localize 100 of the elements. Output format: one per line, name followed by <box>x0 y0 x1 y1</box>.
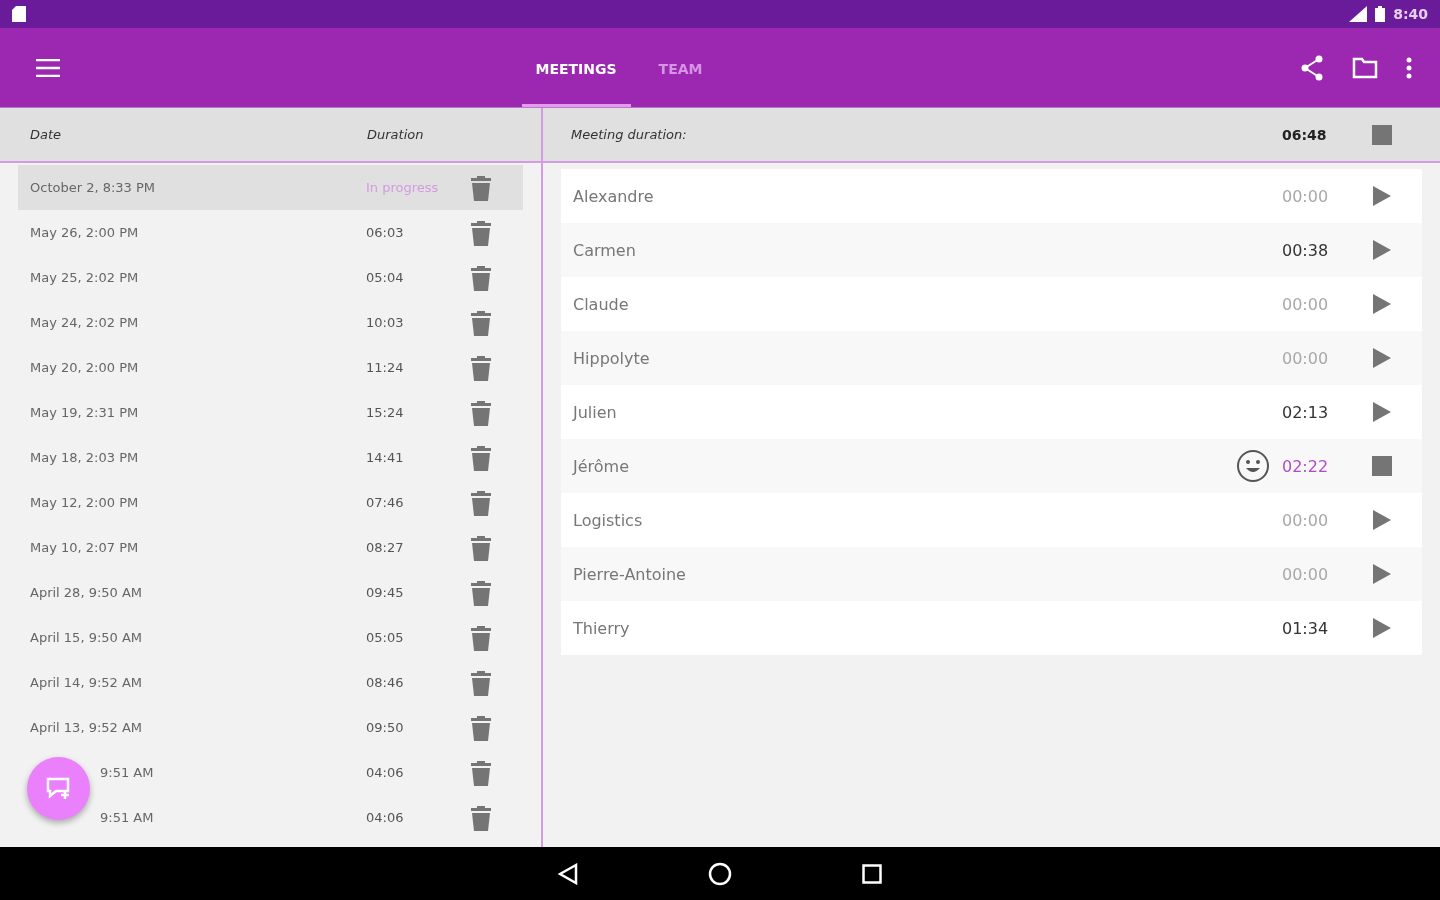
meeting-row[interactable]: April 15, 9:50 AM 05:05 <box>18 615 523 660</box>
meeting-date: May 24, 2:02 PM <box>30 315 140 330</box>
delete-button[interactable] <box>470 309 492 336</box>
participant-row[interactable]: Carmen 00:38 <box>561 223 1422 277</box>
meeting-row[interactable]: May 18, 2:03 PM 14:41 <box>18 435 523 480</box>
meeting-row[interactable]: May 10, 2:07 PM 08:27 <box>18 525 523 570</box>
meeting-date: May 19, 2:31 PM <box>30 405 140 420</box>
participant-row[interactable]: Claude 00:00 <box>561 277 1422 331</box>
participant-row[interactable]: Thierry 01:34 <box>561 601 1422 655</box>
delete-button[interactable] <box>470 489 492 516</box>
participant-time: 00:00 <box>1282 510 1330 530</box>
meeting-duration: 06:03 <box>366 225 405 240</box>
participant-name: Logistics <box>573 510 644 530</box>
meeting-date: April 28, 9:50 AM <box>30 585 144 600</box>
stop-icon <box>1372 456 1392 476</box>
participant-time: 00:38 <box>1282 240 1330 260</box>
participant-time: 01:34 <box>1282 618 1330 638</box>
trash-icon <box>470 714 492 741</box>
trash-icon <box>470 579 492 606</box>
play-icon <box>1372 293 1392 315</box>
menu-icon <box>36 58 60 77</box>
participant-time: 02:22 <box>1282 456 1330 476</box>
meeting-date: May 18, 2:03 PM <box>30 450 140 465</box>
meeting-date: May 20, 2:00 PM <box>30 360 140 375</box>
meeting-row[interactable]: October 2, 8:33 PM In progress <box>18 165 523 210</box>
trash-icon <box>470 354 492 381</box>
meeting-row[interactable]: April 28, 9:50 AM 09:45 <box>18 570 523 615</box>
participant-name: Hippolyte <box>573 348 651 368</box>
participant-name: Alexandre <box>573 186 655 206</box>
play-icon <box>1372 185 1392 207</box>
column-header: Date <box>30 127 63 142</box>
delete-button[interactable] <box>470 804 492 831</box>
meeting-row[interactable]: May 26, 2:00 PM 06:03 <box>18 210 523 255</box>
delete-button[interactable] <box>470 354 492 381</box>
play-icon <box>1372 401 1392 423</box>
delete-button[interactable] <box>470 759 492 786</box>
meeting-date: April 13, 9:52 AM <box>30 720 144 735</box>
trash-icon <box>470 219 492 246</box>
delete-button[interactable] <box>470 534 492 561</box>
meeting-row[interactable]: 9:51 AM 04:06 <box>18 750 523 795</box>
delete-button[interactable] <box>470 444 492 471</box>
trash-icon <box>470 669 492 696</box>
participant-name: Thierry <box>573 618 631 638</box>
recents-icon[interactable] <box>862 863 882 884</box>
participant-row[interactable]: Hippolyte 00:00 <box>561 331 1422 385</box>
participant-time: 00:00 <box>1282 564 1330 584</box>
smiley-icon <box>1236 449 1270 483</box>
delete-button[interactable] <box>470 669 492 696</box>
sd-card-icon <box>12 6 26 22</box>
meeting-row[interactable]: May 20, 2:00 PM 11:24 <box>18 345 523 390</box>
participant-row[interactable]: Pierre-Antoine 00:00 <box>561 547 1422 601</box>
meeting-date: April 15, 9:50 AM <box>30 630 144 645</box>
participant-name: Claude <box>573 294 630 314</box>
meeting-row[interactable]: April 14, 9:52 AM 08:46 <box>18 660 523 705</box>
participant-row[interactable]: Julien 02:13 <box>561 385 1422 439</box>
meeting-date: May 25, 2:02 PM <box>30 270 140 285</box>
participant-row[interactable]: Alexandre 00:00 <box>561 169 1422 223</box>
meeting-date: May 26, 2:00 PM <box>30 225 140 240</box>
meeting-duration-label: Meeting duration: <box>571 127 688 142</box>
delete-button[interactable] <box>470 714 492 741</box>
delete-button[interactable] <box>470 624 492 651</box>
meeting-row[interactable]: May 19, 2:31 PM 15:24 <box>18 390 523 435</box>
play-icon <box>1372 347 1392 369</box>
add-comment-button[interactable] <box>27 757 90 820</box>
meeting-duration: 07:46 <box>366 495 405 510</box>
trash-icon <box>470 264 492 291</box>
trash-icon <box>470 399 492 426</box>
meeting-duration: 08:27 <box>366 540 405 555</box>
participant-time: 02:13 <box>1282 402 1330 422</box>
home-icon[interactable] <box>708 861 732 886</box>
play-icon <box>1372 239 1392 261</box>
participant-row[interactable]: Logistics 00:00 <box>561 493 1422 547</box>
trash-icon <box>470 534 492 561</box>
delete-button[interactable] <box>470 174 492 201</box>
delete-button[interactable] <box>470 399 492 426</box>
meeting-duration: 11:24 <box>366 360 405 375</box>
back-icon[interactable] <box>558 862 578 885</box>
meeting-row[interactable]: 9:51 AM 04:06 <box>18 795 523 840</box>
meeting-duration: 04:06 <box>366 765 405 780</box>
participant-name: Julien <box>573 402 618 422</box>
meeting-row[interactable]: May 24, 2:02 PM 10:03 <box>18 300 523 345</box>
participant-time: 00:00 <box>1282 186 1330 206</box>
meeting-duration: 04:06 <box>366 810 405 825</box>
participant-row[interactable]: Jérôme 02:22 <box>561 439 1422 493</box>
more-icon <box>1406 56 1412 79</box>
meeting-row[interactable]: May 12, 2:00 PM 07:46 <box>18 480 523 525</box>
meeting-duration: 05:04 <box>366 270 405 285</box>
meeting-duration: 09:45 <box>366 585 405 600</box>
signal-icon <box>1349 6 1368 22</box>
delete-button[interactable] <box>470 219 492 246</box>
meeting-date: October 2, 8:33 PM <box>30 180 157 195</box>
meeting-row[interactable]: April 13, 9:52 AM 09:50 <box>18 705 523 750</box>
delete-button[interactable] <box>470 579 492 606</box>
delete-button[interactable] <box>470 264 492 291</box>
trash-icon <box>470 174 492 201</box>
trash-icon <box>470 309 492 336</box>
meeting-date: May 10, 2:07 PM <box>30 540 140 555</box>
participant-name: Carmen <box>573 240 637 260</box>
meeting-duration: 15:24 <box>366 405 405 420</box>
meeting-row[interactable]: May 25, 2:02 PM 05:04 <box>18 255 523 300</box>
